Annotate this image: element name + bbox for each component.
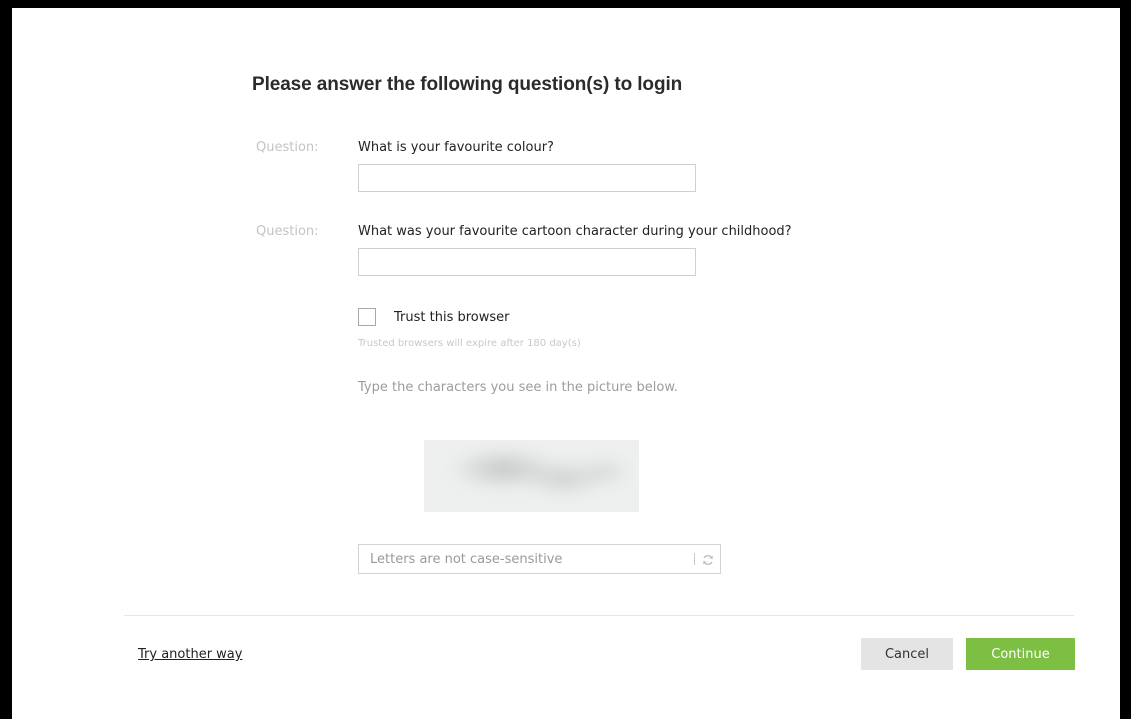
page-title: Please answer the following question(s) …: [252, 74, 683, 95]
question-1-answer-input[interactable]: [358, 164, 696, 192]
captcha-input[interactable]: [359, 545, 689, 573]
question-1-text: What is your favourite colour?: [358, 140, 554, 155]
refresh-icon[interactable]: [701, 552, 715, 566]
question-1-label: Question:: [256, 140, 319, 155]
trust-browser-hint: Trusted browsers will expire after 180 d…: [358, 338, 581, 349]
continue-button[interactable]: Continue: [966, 638, 1075, 670]
trust-browser-checkbox[interactable]: [358, 308, 376, 326]
captcha-instruction: Type the characters you see in the pictu…: [358, 380, 678, 395]
question-2-label: Question:: [256, 224, 319, 239]
captcha-field: [358, 544, 721, 574]
footer-divider: [124, 615, 1074, 616]
question-2-text: What was your favourite cartoon characte…: [358, 224, 792, 239]
question-2-answer-input[interactable]: [358, 248, 696, 276]
login-dialog: Please answer the following question(s) …: [12, 8, 1120, 719]
cancel-button[interactable]: Cancel: [861, 638, 953, 670]
try-another-way-link[interactable]: Try another way: [138, 647, 242, 662]
captcha-image: [424, 440, 639, 512]
trust-browser-label[interactable]: Trust this browser: [394, 310, 509, 325]
captcha-separator: [694, 553, 695, 565]
refresh-icon-graphic: [703, 554, 713, 566]
